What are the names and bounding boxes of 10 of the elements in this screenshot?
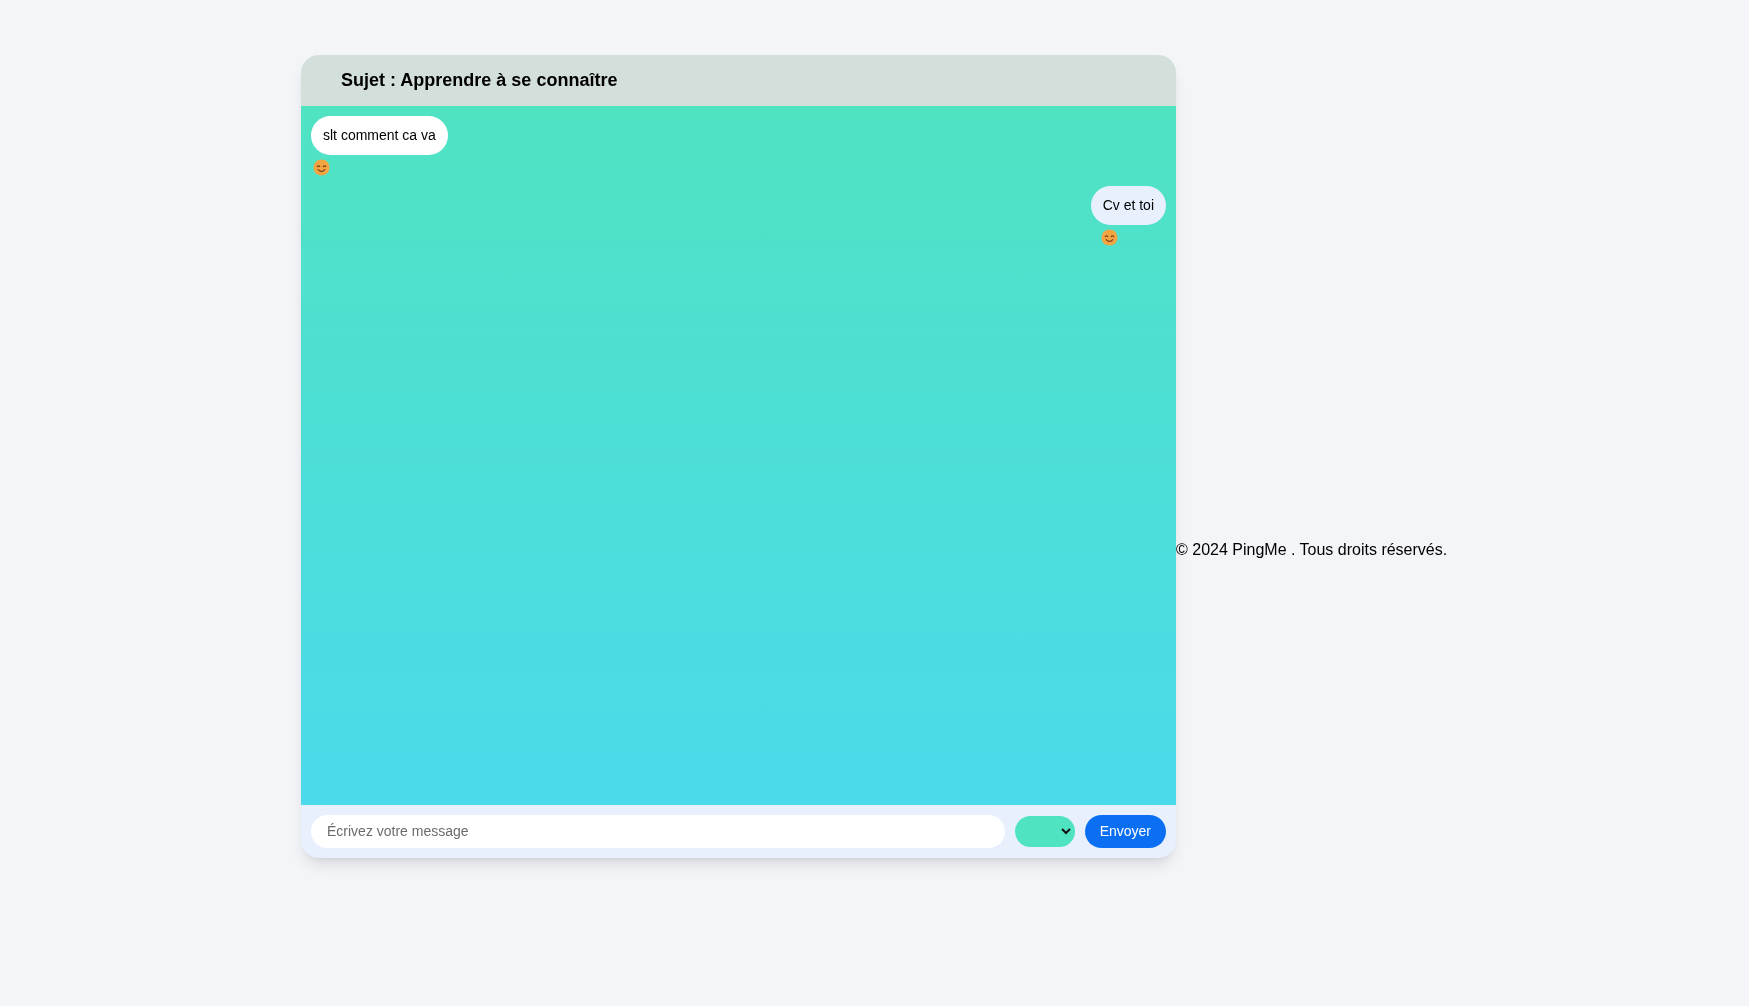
chevron-down-icon [1060,827,1071,835]
send-button[interactable]: Envoyer [1084,814,1166,848]
footer-text: © 2024 PingMe . Tous droits réservés. [1176,540,1448,560]
message-bubble: slt comment ca va [311,115,448,155]
emoji-select[interactable] [1014,815,1075,847]
chat-subject: Sujet : Apprendre à se connaître [341,68,618,92]
message-bubble: Cv et toi [1090,185,1166,225]
smiley-icon [313,158,330,176]
smiley-icon [1101,228,1118,246]
message-input[interactable]: Écrivez votre message [311,814,1005,848]
